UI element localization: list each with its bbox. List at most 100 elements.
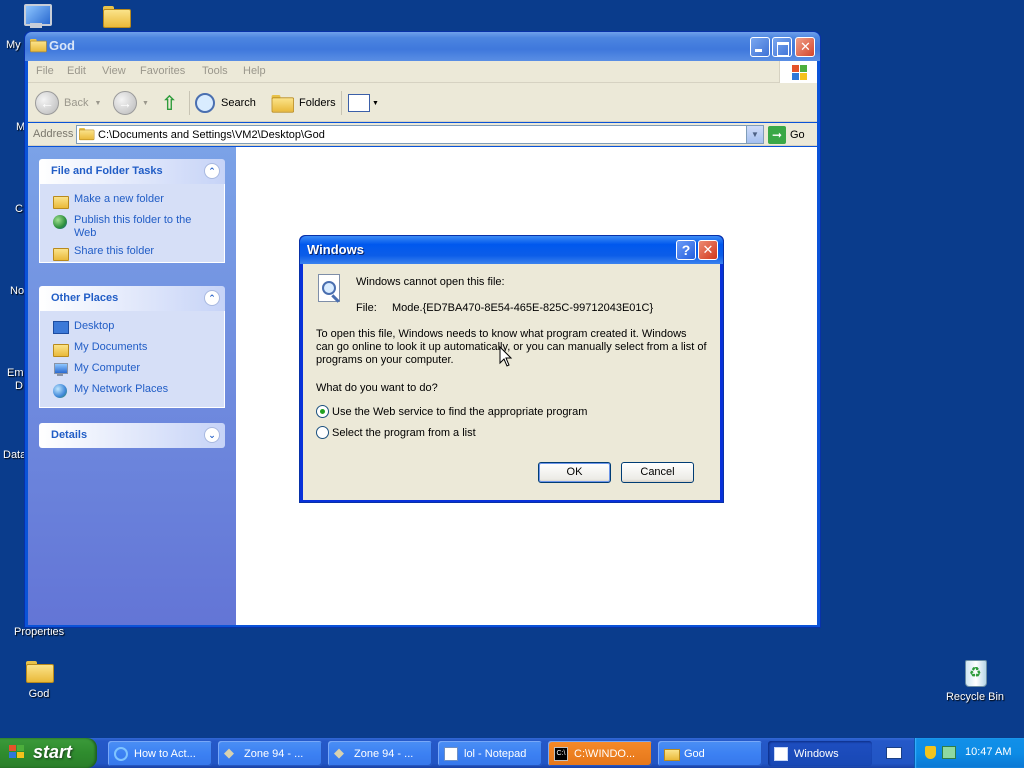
- zone-icon: [224, 745, 238, 761]
- my-computer-desktop-icon[interactable]: [22, 2, 52, 33]
- desktop-label-partial: My: [6, 39, 21, 51]
- dialog-titlebar[interactable]: Windows ? ✕: [300, 236, 723, 264]
- task-label: God: [684, 747, 705, 760]
- go-label: Go: [790, 128, 805, 141]
- network-icon[interactable]: [942, 746, 956, 759]
- up-folder-button[interactable]: ⇧: [161, 89, 178, 117]
- notepad-icon: [444, 746, 458, 761]
- dropdown-arrow-icon[interactable]: ▼: [142, 100, 149, 107]
- new-folder-icon: [52, 193, 69, 209]
- details-panel: Details ⌄: [39, 423, 225, 448]
- search-button[interactable]: Search: [195, 89, 256, 117]
- maximize-button[interactable]: [772, 37, 792, 57]
- task-label: Windows: [794, 747, 839, 760]
- folder-icon: [26, 661, 54, 683]
- taskbar-button[interactable]: lol - Notepad: [438, 741, 542, 766]
- dialog-close-button[interactable]: ✕: [698, 240, 718, 260]
- explorer-titlebar[interactable]: God: [25, 32, 820, 61]
- place-my-documents[interactable]: My Documents: [52, 341, 214, 357]
- task-share-folder[interactable]: Share this folder: [52, 245, 214, 261]
- desktop-icon-label: God: [28, 688, 50, 700]
- place-my-network-places[interactable]: My Network Places: [52, 383, 214, 399]
- expand-chevron-icon[interactable]: ⌄: [204, 427, 220, 443]
- task-label: Zone 94 - ...: [354, 747, 414, 760]
- dropdown-arrow-icon: ▼: [372, 99, 379, 107]
- god-folder-desktop-icon[interactable]: God: [17, 661, 61, 700]
- panel-title: Details: [51, 429, 88, 441]
- help-button[interactable]: ?: [676, 240, 696, 260]
- dropdown-arrow-icon[interactable]: ▼: [94, 100, 101, 107]
- go-button[interactable]: ➞ Go: [768, 125, 805, 144]
- menu-file[interactable]: File: [36, 65, 54, 77]
- minimize-button[interactable]: [750, 37, 770, 57]
- folder-desktop-icon[interactable]: [103, 6, 131, 29]
- views-button[interactable]: ▼: [348, 89, 379, 117]
- taskbar-button[interactable]: C:\ C:\WINDO...: [548, 741, 652, 766]
- other-places-panel: Other Places ⌃ Desktop My Documents My C…: [39, 286, 225, 408]
- up-folder-icon: ⇧: [161, 92, 178, 115]
- select-program-label[interactable]: Select the program from a list: [332, 427, 476, 440]
- collapse-chevron-icon[interactable]: ⌃: [204, 290, 220, 306]
- window-icon: [774, 746, 788, 761]
- select-program-radio[interactable]: [316, 426, 329, 439]
- file-folder-tasks-panel: File and Folder Tasks ⌃ Make a new folde…: [39, 159, 225, 263]
- place-label: My Documents: [74, 341, 148, 353]
- web-service-radio[interactable]: [316, 405, 329, 418]
- search-icon: [195, 93, 215, 113]
- start-button[interactable]: start: [0, 738, 97, 768]
- place-label: Desktop: [74, 320, 115, 332]
- menu-view[interactable]: View: [102, 65, 126, 77]
- menu-edit[interactable]: Edit: [67, 65, 86, 77]
- security-shield-icon[interactable]: [925, 746, 936, 759]
- recycle-bin-icon: [962, 656, 988, 687]
- panel-header[interactable]: Details ⌄: [39, 423, 225, 448]
- back-button[interactable]: ← Back ▼: [35, 89, 101, 117]
- web-service-label[interactable]: Use the Web service to find the appropri…: [332, 406, 587, 419]
- task-publish-folder[interactable]: Publish this folder to the Web: [52, 214, 214, 240]
- windows-logo-icon: [779, 61, 817, 83]
- taskbar-button[interactable]: Windows: [768, 741, 872, 766]
- address-bar: Address C:\Documents and Settings\VM2\De…: [28, 123, 817, 146]
- taskbar-button[interactable]: How to Act...: [108, 741, 212, 766]
- file-search-icon: [315, 274, 345, 306]
- collapse-chevron-icon[interactable]: ⌃: [204, 163, 220, 179]
- clock[interactable]: 10:47 AM: [965, 746, 1011, 758]
- task-label: Make a new folder: [74, 193, 164, 205]
- menu-favorites[interactable]: Favorites: [140, 65, 185, 77]
- dialog-body: Windows cannot open this file: File: Mod…: [303, 264, 720, 500]
- desktop-label-partial: Data: [3, 449, 27, 461]
- forward-button[interactable]: → ▼: [113, 89, 149, 117]
- desktop-label-partial: Em: [7, 367, 24, 379]
- place-label: My Network Places: [74, 383, 169, 395]
- ok-button[interactable]: OK: [538, 462, 611, 483]
- panel-header[interactable]: File and Folder Tasks ⌃: [39, 159, 225, 184]
- menu-help[interactable]: Help: [243, 65, 266, 77]
- close-button[interactable]: [795, 37, 815, 57]
- panel-header[interactable]: Other Places ⌃: [39, 286, 225, 311]
- recycle-bin-desktop-icon[interactable]: Recycle Bin: [944, 656, 1006, 703]
- task-label: lol - Notepad: [464, 747, 527, 760]
- taskbar-button[interactable]: Zone 94 - ...: [328, 741, 432, 766]
- share-folder-icon: [52, 245, 69, 261]
- panel-title: File and Folder Tasks: [51, 165, 163, 177]
- address-input[interactable]: C:\Documents and Settings\VM2\Desktop\Go…: [76, 125, 764, 144]
- desktop-icon-label: Recycle Bin: [945, 691, 1005, 703]
- menu-bar: File Edit View Favorites Tools Help: [28, 61, 817, 83]
- menu-tools[interactable]: Tools: [202, 65, 228, 77]
- place-my-computer[interactable]: My Computer: [52, 362, 214, 378]
- taskbar-button[interactable]: God: [658, 741, 762, 766]
- zone-icon: [334, 745, 348, 761]
- address-dropdown-icon[interactable]: ▼: [746, 126, 763, 143]
- task-label: C:\WINDO...: [574, 747, 636, 760]
- explanation-line: To open this file, Windows needs to know…: [316, 328, 687, 340]
- toolbar-separator: [189, 91, 190, 115]
- keyboard-language-icon[interactable]: [886, 747, 902, 759]
- task-label: Publish this folder to the Web: [74, 214, 192, 239]
- window-title: God: [49, 38, 75, 53]
- place-desktop[interactable]: Desktop: [52, 320, 214, 336]
- folders-button[interactable]: Folders: [269, 89, 336, 117]
- cancel-button[interactable]: Cancel: [621, 462, 694, 483]
- task-make-new-folder[interactable]: Make a new folder: [52, 193, 214, 209]
- desktop-label-partial: D: [15, 380, 23, 392]
- taskbar-button[interactable]: Zone 94 - ...: [218, 741, 322, 766]
